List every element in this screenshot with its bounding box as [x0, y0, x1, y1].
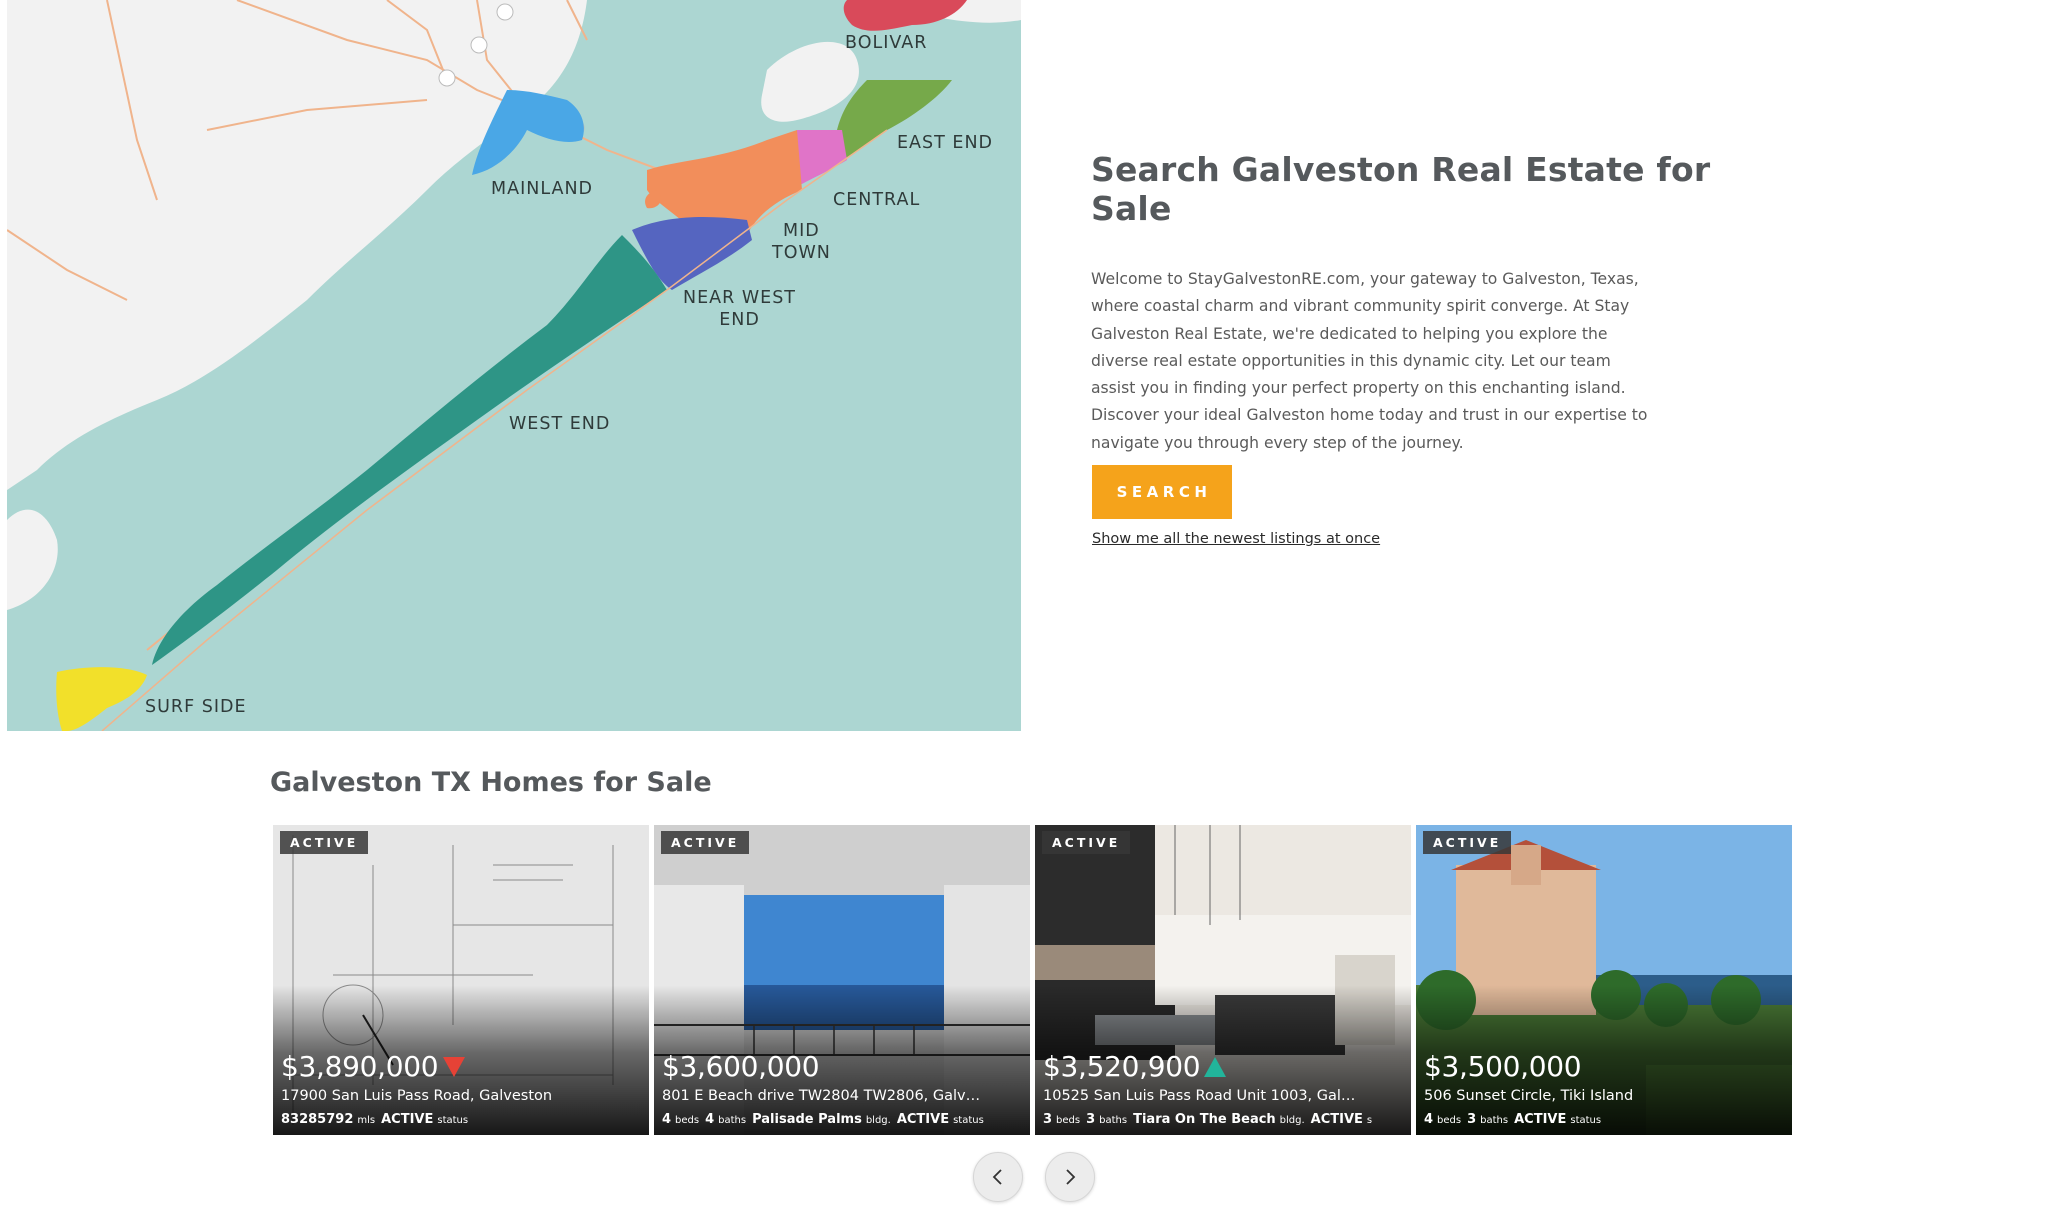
- building-label: bldg.: [865, 1115, 891, 1126]
- map-label-surf-side[interactable]: SURF SIDE: [145, 696, 247, 718]
- beds-label: beds: [675, 1115, 700, 1126]
- search-button[interactable]: SEARCH: [1092, 465, 1232, 519]
- neighborhood-map: BOLIVAR EAST END MAINLAND CENTRAL MID TO…: [7, 0, 1021, 731]
- map-label-central[interactable]: CENTRAL: [833, 189, 920, 211]
- baths-count: 3: [1467, 1112, 1477, 1127]
- baths-label: baths: [718, 1115, 747, 1126]
- map-label-west-end[interactable]: WEST END: [509, 413, 610, 435]
- map-graphic: [7, 0, 1021, 731]
- building-label: bldg.: [1279, 1115, 1305, 1126]
- price-up-icon: [1204, 1057, 1226, 1077]
- page-title: Search Galveston Real Estate for Sale: [1091, 150, 1711, 228]
- beds-count: 4: [1424, 1112, 1434, 1127]
- listing-meta: 83285792 mls ACTIVE status: [281, 1112, 641, 1127]
- listing-status: ACTIVE: [1310, 1112, 1363, 1127]
- carousel-next-button[interactable]: [1045, 1152, 1095, 1202]
- intro-section: Search Galveston Real Estate for Sale We…: [1091, 150, 1791, 457]
- beds-label: beds: [1437, 1115, 1462, 1126]
- status-badge: ACTIVE: [661, 831, 750, 854]
- map-label-mid-town[interactable]: MID TOWN: [772, 220, 831, 264]
- price-down-icon: [443, 1057, 465, 1077]
- chevron-right-icon: [1066, 1169, 1076, 1185]
- map-label-bolivar[interactable]: BOLIVAR: [845, 32, 927, 54]
- listing-card[interactable]: ACTIVE $3,500,000 506 Sunset Circle, Tik…: [1416, 825, 1792, 1135]
- listing-status: ACTIVE: [896, 1112, 950, 1127]
- listing-card[interactable]: ACTIVE $3,600,000 801 E Beach drive TW28…: [654, 825, 1030, 1135]
- newest-listings-link[interactable]: Show me all the newest listings at once: [1092, 531, 1380, 547]
- listing-status: ACTIVE: [381, 1112, 434, 1127]
- status-label: status: [953, 1115, 984, 1126]
- listing-meta: 3 beds 3 baths Tiara On The Beach bldg. ACTIVE…: [1043, 1112, 1403, 1127]
- status-label: status: [437, 1115, 469, 1126]
- listings-title: Galveston TX Homes for Sale: [270, 767, 712, 798]
- status-badge: ACTIVE: [1423, 831, 1512, 854]
- baths-count: 4: [705, 1112, 715, 1127]
- listing-price: $3,890,000: [281, 1050, 439, 1083]
- beds-count: 4: [662, 1112, 672, 1127]
- carousel-prev-button[interactable]: [973, 1152, 1023, 1202]
- listings-carousel: ACTIVE $3,890,000 17900 San Luis Pass Ro…: [273, 825, 1793, 1135]
- baths-label: baths: [1099, 1115, 1128, 1126]
- listing-card[interactable]: ACTIVE $3,890,000 17900 San Luis Pass Ro…: [273, 825, 649, 1135]
- map-label-east-end[interactable]: EAST END: [897, 132, 993, 154]
- status-label: status: [1570, 1115, 1602, 1126]
- listing-meta: 4 beds 4 baths Palisade Palms bldg. ACTIVE stat…: [662, 1112, 1022, 1127]
- listing-address: 506 Sunset Circle, Tiki Island: [1424, 1088, 1634, 1104]
- status-badge: ACTIVE: [280, 831, 369, 854]
- baths-label: baths: [1480, 1115, 1509, 1126]
- listing-price: $3,520,900: [1043, 1050, 1201, 1083]
- intro-paragraph: Welcome to StayGalvestonRE.com, your gat…: [1091, 270, 1648, 452]
- listing-price: $3,600,000: [662, 1050, 820, 1083]
- listing-status: ACTIVE: [1514, 1112, 1567, 1127]
- listing-meta: 4 beds 3 baths ACTIVE status: [1424, 1112, 1784, 1127]
- listing-address: 801 E Beach drive TW2804 TW2806, Galv…: [662, 1088, 981, 1104]
- chevron-left-icon: [992, 1169, 1002, 1185]
- building-name: Palisade Palms: [752, 1112, 862, 1127]
- beds-count: 3: [1043, 1112, 1053, 1127]
- status-label: s: [1366, 1115, 1373, 1126]
- listing-address: 10525 San Luis Pass Road Unit 1003, Gal…: [1043, 1088, 1356, 1104]
- map-label-mainland[interactable]: MAINLAND: [491, 178, 593, 200]
- building-name: Tiara On The Beach: [1133, 1112, 1276, 1127]
- baths-count: 3: [1086, 1112, 1096, 1127]
- status-badge: ACTIVE: [1042, 831, 1131, 854]
- listing-price: $3,500,000: [1424, 1050, 1582, 1083]
- mls-label: mls: [357, 1115, 376, 1126]
- beds-label: beds: [1056, 1115, 1081, 1126]
- listing-address: 17900 San Luis Pass Road, Galveston: [281, 1088, 553, 1104]
- mls-number: 83285792: [281, 1112, 354, 1127]
- map-label-near-west-end[interactable]: NEAR WEST END: [683, 287, 796, 331]
- listing-card[interactable]: ACTIVE $3,520,900 10525 San Luis Pass Ro…: [1035, 825, 1411, 1135]
